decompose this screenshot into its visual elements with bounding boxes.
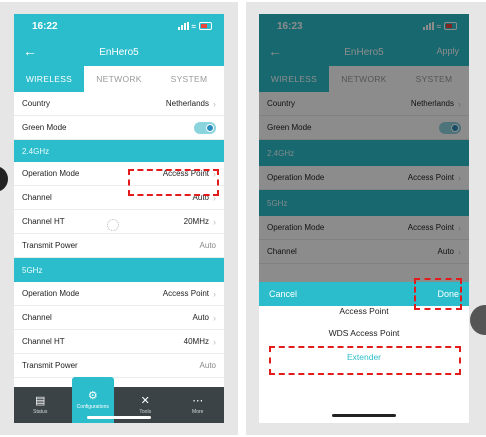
tab-network[interactable]: NETWORK <box>84 66 154 92</box>
row-value: 40MHz <box>183 337 209 346</box>
signal-icon <box>177 22 189 30</box>
highlight-extender-option <box>269 346 461 375</box>
nav-more[interactable]: ⋯ More <box>177 395 219 415</box>
gear-icon: ⚙ <box>87 390 98 402</box>
row-value: Netherlands <box>165 99 209 108</box>
tab-bar: WIRELESS NETWORK SYSTEM <box>14 66 224 92</box>
chart-icon: ▤ <box>35 395 46 407</box>
tab-wireless[interactable]: WIRELESS <box>14 66 84 92</box>
section-header-5ghz: 5GHz <box>14 258 224 282</box>
status-time: 16:22 <box>32 20 58 32</box>
nav-status[interactable]: ▤ Status <box>19 395 61 415</box>
row-value: Access Point <box>162 289 209 298</box>
country-row[interactable]: Country Netherlands › <box>14 92 224 116</box>
row-label: Transmit Power <box>22 361 78 370</box>
nav-label: Tools <box>139 409 152 415</box>
chevron-right-icon: › <box>213 98 216 109</box>
channel-row[interactable]: Channel Auto › <box>14 306 224 330</box>
green-mode-row: Green Mode <box>14 116 224 140</box>
transmit-power-row[interactable]: Transmit Power Auto <box>14 234 224 258</box>
chevron-right-icon: › <box>213 312 216 323</box>
row-label: Channel <box>22 313 52 322</box>
cancel-button[interactable]: Cancel <box>269 289 297 299</box>
page-title: EnHero5 <box>99 46 139 58</box>
chevron-right-icon: › <box>213 288 216 299</box>
status-icons: ≈ <box>177 21 212 31</box>
highlight-done-button <box>414 278 462 310</box>
row-label: Channel HT <box>22 217 65 226</box>
row-value: Auto <box>192 313 209 322</box>
transmit-power-row[interactable]: Transmit Power Auto <box>14 354 224 378</box>
tab-system[interactable]: SYSTEM <box>154 66 224 92</box>
nav-label: More <box>192 409 204 415</box>
nav-label: Configurations <box>76 404 109 410</box>
row-label: Operation Mode <box>22 289 80 298</box>
dim-overlay[interactable] <box>259 14 469 282</box>
nav-label: Status <box>33 409 48 415</box>
row-label: Channel HT <box>22 337 65 346</box>
row-value: 20MHz <box>183 217 209 226</box>
left-header: 16:22 ≈ ← EnHero5 <box>14 14 224 66</box>
row-label: Green Mode <box>22 123 67 132</box>
left-phone-screen: 16:22 ≈ ← EnHero5 WIRELESS NETWORK SYSTE… <box>14 14 224 423</box>
channel-ht-row[interactable]: Channel HT 20MHz › <box>14 210 224 234</box>
chevron-right-icon: › <box>213 336 216 347</box>
home-indicator <box>332 414 396 417</box>
channel-ht-row[interactable]: Channel HT 40MHz › <box>14 330 224 354</box>
green-mode-toggle[interactable] <box>194 121 216 134</box>
row-label: Operation Mode <box>22 169 80 178</box>
battery-icon <box>199 22 212 30</box>
picker-option-wds-access-point[interactable]: WDS Access Point <box>259 320 469 346</box>
operation-mode-row[interactable]: Operation Mode Access Point › <box>14 282 224 306</box>
row-label: Channel <box>22 193 52 202</box>
wifi-icon: ≈ <box>191 21 196 31</box>
status-bar: 16:22 ≈ <box>14 14 224 38</box>
home-indicator <box>87 416 151 419</box>
row-label: Country <box>22 99 51 108</box>
highlight-operation-mode <box>128 169 219 196</box>
loading-spinner-icon <box>107 219 119 231</box>
chevron-right-icon: › <box>213 216 216 227</box>
section-header-24ghz: 2.4GHz <box>14 140 224 162</box>
tools-icon: ✕ <box>140 395 150 407</box>
row-label: Transmit Power <box>22 241 78 250</box>
more-icon: ⋯ <box>192 395 204 407</box>
nav-tools[interactable]: ✕ Tools <box>124 395 166 415</box>
row-value: Auto <box>199 241 216 250</box>
nav-bar: ← EnHero5 <box>14 38 224 66</box>
row-value: Auto <box>199 361 216 370</box>
